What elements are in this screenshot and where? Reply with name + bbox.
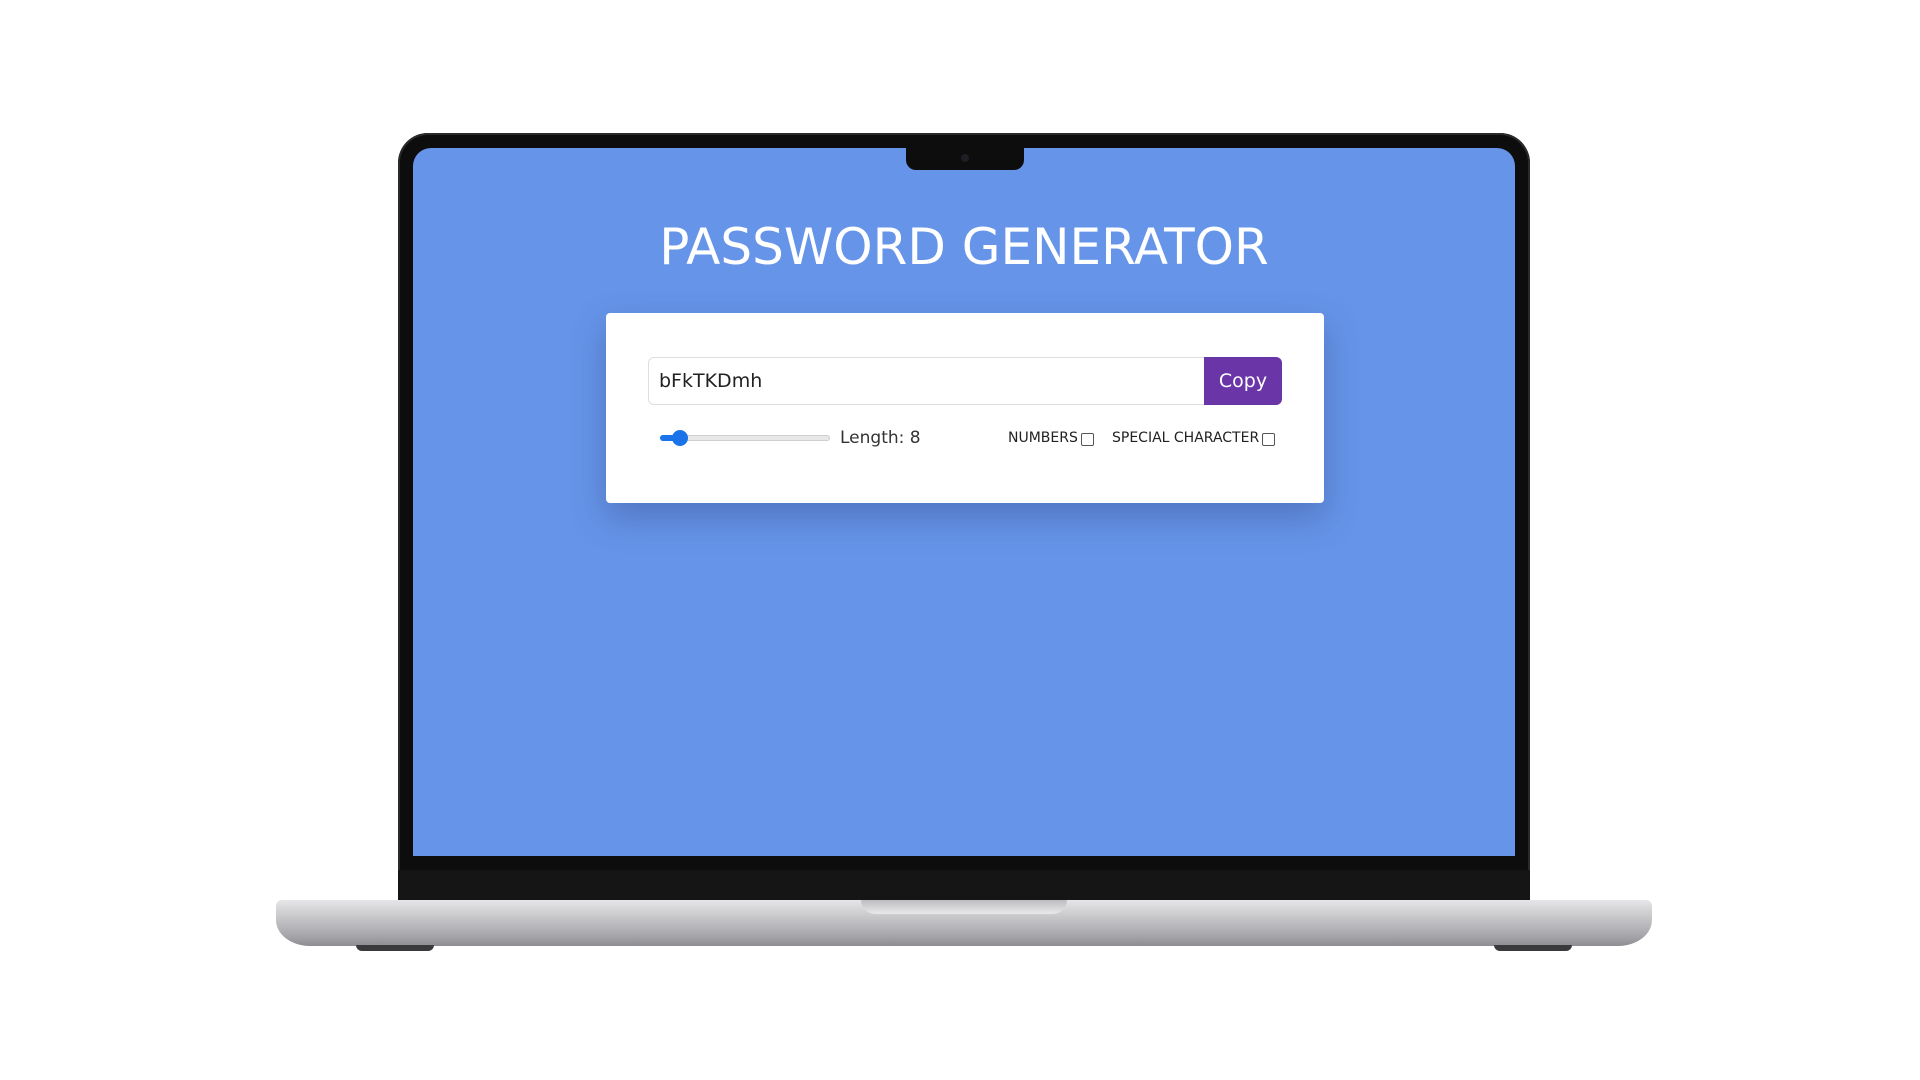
length-label: Length: 8 (840, 428, 921, 448)
password-row: Copy (648, 357, 1282, 405)
generator-card: Copy Length: 8 NUMBERS SPECIAL CHARACTER (606, 313, 1324, 503)
numbers-label: NUMBERS (1008, 430, 1078, 446)
special-character-checkbox[interactable] (1262, 432, 1276, 446)
laptop-foot-right (1494, 945, 1572, 951)
length-slider[interactable] (660, 430, 830, 446)
special-character-label: SPECIAL CHARACTER (1112, 430, 1260, 446)
numbers-checkbox[interactable] (1080, 432, 1094, 446)
options-row: Length: 8 NUMBERS SPECIAL CHARACTER (660, 426, 1282, 450)
base-opening-notch (861, 900, 1067, 914)
copy-button[interactable]: Copy (1204, 357, 1282, 405)
special-character-option[interactable]: SPECIAL CHARACTER (1112, 426, 1276, 450)
numbers-option[interactable]: NUMBERS (1008, 426, 1094, 450)
password-output-field[interactable] (648, 357, 1204, 405)
camera-icon (961, 154, 969, 162)
laptop-mockup: PASSWORD GENERATOR Copy Length: 8 NUMBER… (0, 0, 1920, 1080)
laptop-foot-left (356, 945, 434, 951)
page-title: PASSWORD GENERATOR (659, 218, 1269, 276)
length-slider-thumb[interactable] (672, 430, 688, 446)
screen-chin (398, 870, 1530, 901)
